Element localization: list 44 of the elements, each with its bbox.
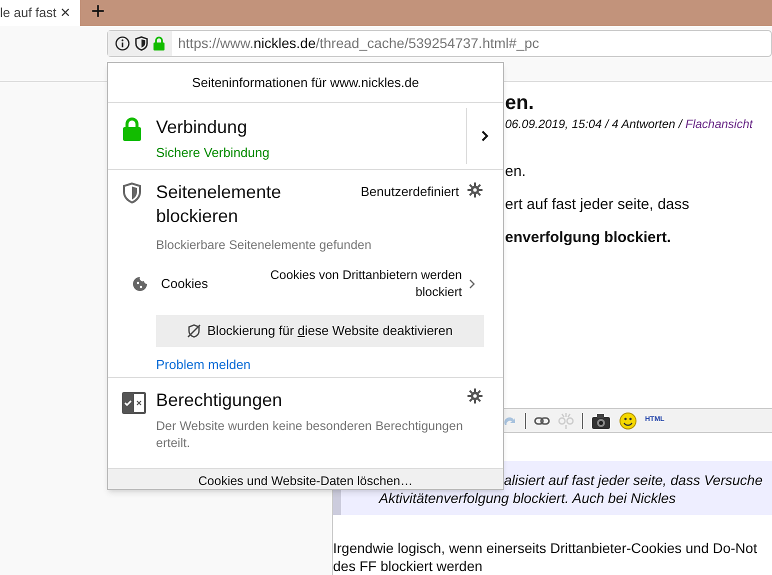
shield-icon[interactable] xyxy=(135,36,148,51)
shield-icon xyxy=(122,182,142,204)
blocking-subtitle: Blockierbare Seitenelemente gefunden xyxy=(156,237,372,254)
url-text: https://www.nickles.de/thread_cache/539254737.html#_pc xyxy=(178,34,540,53)
link-icon[interactable] xyxy=(534,416,550,426)
chevron-right-icon xyxy=(481,130,489,142)
post-line: en. xyxy=(505,162,527,182)
disable-blocking-button[interactable]: Blockierung für diese Website deaktivieren xyxy=(156,314,484,347)
connection-status: Sichere Verbindung xyxy=(156,144,270,162)
cookie-icon xyxy=(132,276,148,292)
connection-title: Verbindung xyxy=(156,116,248,139)
post-text: des FF blockiert werden xyxy=(333,557,482,575)
lock-icon xyxy=(122,117,142,142)
tab-title: le auf fast xyxy=(0,4,56,22)
flat-view-link[interactable]: Flachansicht xyxy=(685,117,753,131)
quote-text: Aktivitätenverfolgung blockiert. Auch bei Nickles xyxy=(379,489,676,507)
chevron-right-icon xyxy=(469,278,475,289)
thread-heading: en. xyxy=(505,91,535,116)
cookies-label: Cookies xyxy=(161,275,208,293)
new-tab-button[interactable]: + xyxy=(82,0,114,26)
post-line: enverfolgung blockiert. xyxy=(505,228,672,248)
smiley-icon[interactable] xyxy=(619,412,637,430)
quote-text: alisiert auf fast jeder seite, dass Versuche xyxy=(504,471,763,489)
clear-cookies-button[interactable]: Cookies und Website-Daten löschen… xyxy=(108,468,503,489)
post-text: Irgendwie logisch, wenn einerseits Drittanbieter-Cookies und Do-Not xyxy=(333,539,758,557)
cookies-status: Cookies von Drittanbietern werden blockiert xyxy=(269,266,462,301)
shield-off-icon xyxy=(187,324,202,338)
popup-title: Seiteninformationen für www.nickles.de xyxy=(108,63,503,103)
post-line: ert auf fast jeder seite, dass xyxy=(505,195,690,215)
address-bar[interactable]: https://www.nickles.de/thread_cache/539254737.html#_pc xyxy=(107,30,772,57)
browser-tab[interactable]: le auf fast × xyxy=(0,0,80,26)
thread-meta: 06.09.2019, 15:04 / 4 Antworten / Flachansicht xyxy=(505,116,754,132)
report-problem-link[interactable]: Problem melden xyxy=(156,354,251,374)
blocking-mode: Benutzerdefiniert xyxy=(360,183,459,201)
gear-icon[interactable] xyxy=(467,182,483,198)
cookies-row[interactable]: Cookies Cookies von Drittanbietern werden blockiert xyxy=(132,266,483,301)
permissions-icon xyxy=(122,392,146,414)
close-icon[interactable]: × xyxy=(60,0,70,26)
permissions-title: Berechtigungen xyxy=(156,389,282,412)
info-icon[interactable] xyxy=(115,36,130,51)
camera-icon[interactable] xyxy=(591,412,611,430)
blocking-title: Seitenelemente blockieren xyxy=(156,181,282,228)
permissions-text: Der Website wurden keine besonderen Berechtigungen erteilt. xyxy=(156,418,464,452)
gear-icon[interactable] xyxy=(467,388,483,404)
